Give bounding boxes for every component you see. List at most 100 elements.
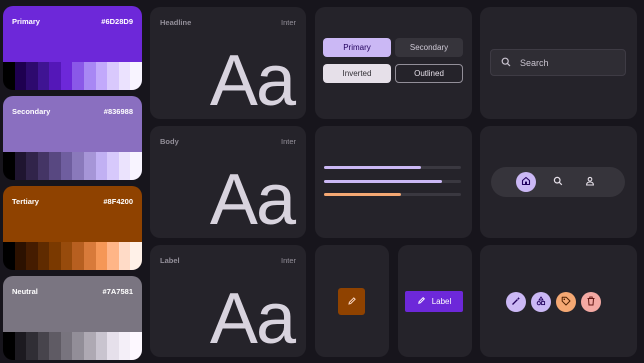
typography-card-body: Body Inter Aa [150, 126, 306, 238]
type-role: Label [160, 256, 180, 265]
tone-swatch[interactable] [130, 152, 142, 180]
typography-card-label: Label Inter Aa [150, 245, 306, 357]
type-role: Headline [160, 18, 192, 27]
search-card: Search [480, 7, 637, 119]
inverted-button[interactable]: Inverted [323, 64, 391, 83]
navbar-card [480, 126, 637, 238]
shapes-button[interactable] [531, 292, 551, 312]
tone-swatch[interactable] [118, 242, 131, 270]
magic-wand-icon [511, 293, 521, 311]
tone-swatch[interactable] [37, 152, 50, 180]
tone-swatch[interactable] [72, 152, 85, 180]
search-placeholder: Search [520, 57, 549, 68]
person-icon [585, 173, 595, 191]
label-button-text: Label [431, 297, 452, 306]
tone-swatch[interactable] [14, 242, 27, 270]
type-role: Body [160, 137, 179, 146]
palette-hex: #6D28D9 [101, 17, 133, 26]
search-icon [501, 54, 511, 72]
tone-swatch[interactable] [3, 62, 15, 90]
palette-card-primary[interactable]: Primary #6D28D9 [3, 6, 142, 90]
tone-swatch[interactable] [26, 242, 38, 270]
tone-swatch[interactable] [84, 62, 96, 90]
palette-name: Tertiary [12, 197, 39, 206]
tone-swatch[interactable] [37, 62, 50, 90]
tone-swatch[interactable] [37, 242, 50, 270]
tone-swatch[interactable] [118, 332, 131, 360]
tone-swatch[interactable] [84, 152, 96, 180]
shapes-icon [536, 293, 546, 311]
tone-swatch[interactable] [60, 332, 73, 360]
tone-swatch[interactable] [26, 62, 38, 90]
nav-profile-button[interactable] [580, 172, 600, 192]
tone-swatch[interactable] [72, 242, 85, 270]
tag-icon [561, 293, 571, 311]
tone-swatch[interactable] [107, 242, 119, 270]
nav-search-button[interactable] [548, 172, 568, 192]
type-font: Inter [280, 18, 296, 27]
magic-wand-button[interactable] [506, 292, 526, 312]
secondary-button[interactable]: Secondary [395, 38, 463, 57]
search-input[interactable]: Search [490, 49, 626, 76]
delete-button[interactable] [581, 292, 601, 312]
typography-card-headline: Headline Inter Aa [150, 7, 306, 119]
edit-icon-card [315, 245, 389, 357]
label-button-card: Label [398, 245, 472, 357]
type-sample: Aa [209, 160, 296, 240]
tone-swatch[interactable] [84, 242, 96, 270]
tone-row [3, 332, 142, 360]
progress-card [315, 126, 472, 238]
tone-swatch[interactable] [60, 62, 73, 90]
outlined-button[interactable]: Outlined [395, 64, 463, 83]
tone-swatch[interactable] [72, 62, 85, 90]
tone-swatch[interactable] [14, 152, 27, 180]
tag-button[interactable] [556, 292, 576, 312]
palette-header: Neutral #7A7581 [3, 276, 142, 332]
palette-card-secondary[interactable]: Secondary #836988 [3, 96, 142, 180]
tone-swatch[interactable] [14, 62, 27, 90]
tone-swatch[interactable] [72, 332, 85, 360]
tone-swatch[interactable] [95, 332, 108, 360]
tone-swatch[interactable] [95, 242, 108, 270]
palette-name: Primary [12, 17, 40, 26]
palette-header: Primary #6D28D9 [3, 6, 142, 62]
tone-swatch[interactable] [60, 152, 73, 180]
tone-swatch[interactable] [3, 332, 15, 360]
palette-card-tertiary[interactable]: Tertiary #8F4200 [3, 186, 142, 270]
tone-swatch[interactable] [84, 332, 96, 360]
label-button[interactable]: Label [405, 291, 463, 312]
nav-home-button[interactable] [516, 172, 536, 192]
palette-hex: #7A7581 [102, 287, 133, 296]
palette-header: Secondary #836988 [3, 96, 142, 152]
tone-swatch[interactable] [107, 332, 119, 360]
tone-swatch[interactable] [49, 242, 61, 270]
tone-swatch[interactable] [49, 152, 61, 180]
buttons-card: Primary Secondary Inverted Outlined [315, 7, 472, 119]
tone-swatch[interactable] [130, 62, 142, 90]
tone-swatch[interactable] [95, 152, 108, 180]
tone-swatch[interactable] [95, 62, 108, 90]
palette-header: Tertiary #8F4200 [3, 186, 142, 242]
tone-swatch[interactable] [107, 62, 119, 90]
tone-swatch[interactable] [14, 332, 27, 360]
tone-swatch[interactable] [3, 242, 15, 270]
tone-swatch[interactable] [26, 332, 38, 360]
palette-card-neutral[interactable]: Neutral #7A7581 [3, 276, 142, 360]
progress-bar [324, 166, 461, 169]
tone-swatch[interactable] [107, 152, 119, 180]
primary-button[interactable]: Primary [323, 38, 391, 57]
tone-swatch[interactable] [60, 242, 73, 270]
tone-row [3, 152, 142, 180]
tone-swatch[interactable] [49, 332, 61, 360]
tone-swatch[interactable] [118, 152, 131, 180]
tone-swatch[interactable] [26, 152, 38, 180]
tone-swatch[interactable] [49, 62, 61, 90]
tone-swatch[interactable] [3, 152, 15, 180]
tone-swatch[interactable] [130, 332, 142, 360]
tone-swatch[interactable] [130, 242, 142, 270]
tone-swatch[interactable] [118, 62, 131, 90]
icon-chips-card [480, 245, 637, 357]
edit-icon-button[interactable] [338, 288, 365, 315]
palette-hex: #8F4200 [103, 197, 133, 206]
tone-swatch[interactable] [37, 332, 50, 360]
